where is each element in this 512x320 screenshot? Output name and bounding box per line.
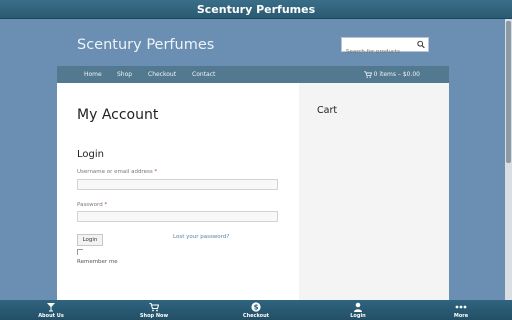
cart-sidebar: Cart: [299, 83, 449, 300]
search-input[interactable]: [342, 45, 418, 59]
nav-item-home[interactable]: Home: [84, 66, 102, 83]
required-marker: *: [154, 169, 158, 175]
username-field[interactable]: [77, 179, 278, 190]
user-icon: [354, 302, 362, 312]
cart-icon: [149, 302, 159, 312]
username-label: Username or email address *: [77, 169, 157, 175]
login-heading: Login: [77, 149, 104, 160]
cart-icon[interactable]: [364, 71, 372, 78]
cart-summary-link[interactable]: 0 items – $0.00: [374, 66, 420, 83]
password-field[interactable]: [77, 211, 278, 222]
required-marker: *: [104, 202, 108, 208]
tab-label: About Us: [38, 313, 64, 319]
remember-me-label: Remember me: [77, 259, 118, 265]
dollar-icon: $: [251, 302, 261, 312]
more-dots-icon: [455, 305, 467, 309]
tab-checkout[interactable]: $ Checkout: [226, 300, 286, 320]
username-label-text: Username or email address: [77, 169, 153, 175]
tab-about-us[interactable]: About Us: [21, 300, 81, 320]
site-title[interactable]: Scentury Perfumes: [77, 37, 214, 53]
tab-label: More: [453, 313, 469, 319]
app-title-bar: Scentury Perfumes: [0, 0, 512, 19]
page-title: My Account: [77, 107, 159, 123]
bottom-tab-bar: About Us Shop Now $ Checkout Login More: [0, 300, 512, 320]
main-navigation: Home Shop Checkout Contact 0 items – $0.…: [57, 66, 449, 83]
password-label: Password *: [77, 202, 107, 208]
tab-label: Shop Now: [139, 313, 169, 319]
account-content: My Account Login Username or email addre…: [57, 83, 299, 300]
search-icon[interactable]: [417, 40, 425, 49]
scrollbar[interactable]: [505, 19, 512, 300]
nav-item-checkout[interactable]: Checkout: [148, 66, 176, 83]
password-label-text: Password: [77, 202, 103, 208]
lost-password-link[interactable]: Lost your password?: [173, 234, 229, 240]
nav-item-shop[interactable]: Shop: [117, 66, 132, 83]
cocktail-icon: [47, 303, 55, 312]
tab-shop-now[interactable]: Shop Now: [124, 300, 184, 320]
nav-item-contact[interactable]: Contact: [192, 66, 215, 83]
search-box[interactable]: [341, 37, 429, 59]
app-title: Scentury Perfumes: [196, 3, 316, 16]
tab-label: Login: [350, 313, 366, 319]
remember-me-checkbox[interactable]: [77, 249, 83, 255]
scrollbar-thumb[interactable]: [506, 21, 511, 163]
cart-sidebar-title: Cart: [317, 105, 338, 116]
login-button[interactable]: Login: [77, 234, 103, 246]
tab-more[interactable]: More: [431, 300, 491, 320]
svg-text:$: $: [254, 304, 259, 312]
tab-login[interactable]: Login: [328, 300, 388, 320]
tab-label: Checkout: [242, 313, 270, 319]
